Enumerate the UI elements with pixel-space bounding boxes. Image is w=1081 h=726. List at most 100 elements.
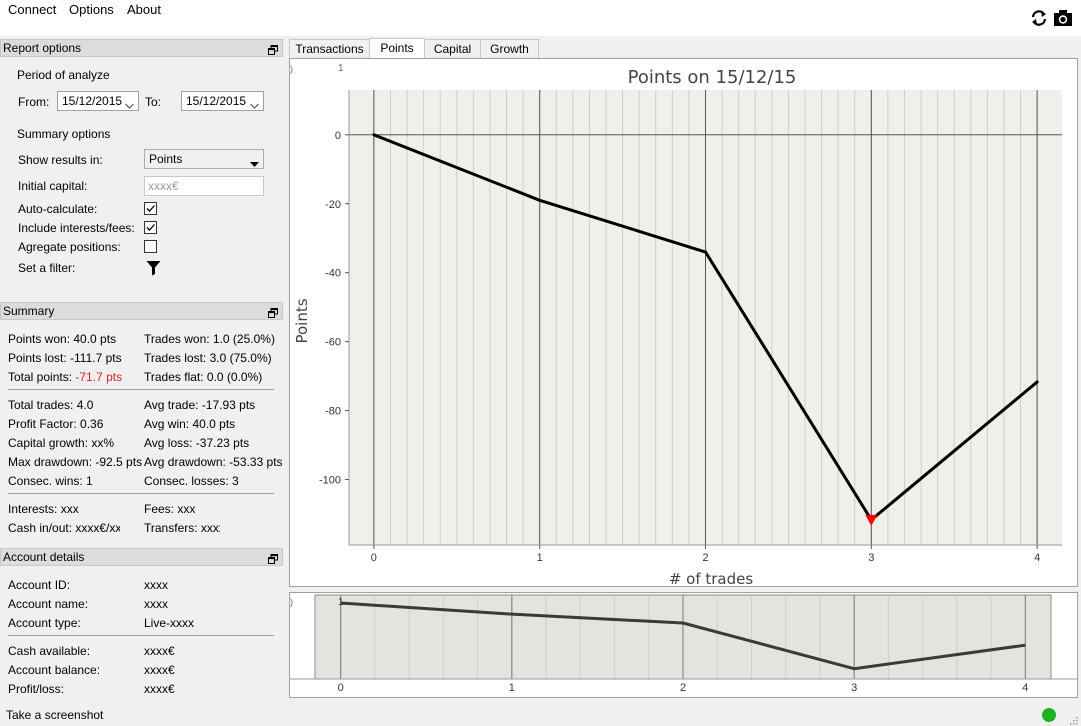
max-drawdown: Max drawdown: -92.5 pts	[8, 455, 143, 469]
transfers: Transfers: xxxx	[144, 521, 220, 535]
summary-title: Summary	[3, 304, 55, 318]
tab-points[interactable]: Points	[369, 38, 425, 59]
menu-connect[interactable]: Connect	[8, 2, 56, 17]
tab-growth[interactable]: Growth	[480, 39, 539, 59]
overview-x-tick-label: 3	[851, 682, 857, 694]
avg-drawdown: Avg drawdown: -53.33 pts	[144, 455, 283, 469]
account-details-title: Account details	[3, 550, 85, 564]
undock-icon[interactable]	[268, 552, 278, 564]
tab-transactions[interactable]: Transactions	[289, 39, 370, 59]
x-tick-label: 3	[868, 552, 874, 564]
points-chart[interactable]: 0 -20 -40 -60 -80 -100 0 1 2 3 4 Points on 15/12/15…	[290, 59, 1077, 588]
tab-capital[interactable]: Capital	[424, 39, 481, 59]
y-tick-label: -80	[325, 406, 341, 418]
points-won: Points won: 40.0 pts	[8, 332, 117, 346]
y-tick-label: -20	[325, 199, 341, 211]
x-tick-label: 4	[1034, 552, 1040, 564]
data-point	[1035, 380, 1039, 384]
trades-flat: Trades flat: 0.0 (0.0%)	[144, 370, 263, 384]
include-fees-checkbox[interactable]	[144, 221, 157, 234]
corner-tick-label: 1	[338, 63, 344, 74]
avg-win: Avg win: 40.0 pts	[144, 417, 236, 431]
auto-calculate-checkbox[interactable]	[144, 202, 157, 215]
y-axis-label: Points	[293, 298, 311, 343]
total-points: Total points: -71.7 pts	[8, 370, 122, 384]
account-details-title-bar: Account details	[0, 548, 283, 566]
to-label: To:	[145, 95, 162, 109]
refresh-icon[interactable]	[1029, 9, 1049, 27]
overview-x-tick-label: 2	[680, 682, 686, 694]
period-heading: Period of analyze	[17, 68, 110, 82]
include-fees-label: Include interests/fees:	[18, 221, 135, 235]
data-point	[372, 133, 376, 137]
overview-x-tick-label: 4	[1022, 682, 1028, 694]
from-date-value: 15/12/2015	[62, 94, 123, 108]
corner-tick-label: )	[290, 64, 293, 74]
account-balance-label: Account balance:	[8, 663, 101, 677]
profit-loss-label: Profit/loss:	[8, 682, 65, 696]
data-point	[538, 198, 542, 202]
y-tick-label: -100	[319, 475, 341, 487]
filter-icon[interactable]	[146, 260, 161, 276]
initial-capital-input[interactable]: xxxx€	[144, 176, 264, 196]
divider	[8, 635, 274, 636]
total-trades: Total trades: 4.0	[8, 398, 94, 412]
camera-icon[interactable]	[1053, 9, 1073, 27]
divider	[8, 389, 274, 390]
y-tick-label: 0	[335, 130, 341, 142]
profit-factor: Profit Factor: 0.36	[8, 417, 104, 431]
undock-icon[interactable]	[268, 43, 278, 55]
corner-tick-label: )	[290, 597, 293, 607]
to-date-value: 15/12/2015	[186, 94, 247, 108]
connection-status-indicator	[1042, 708, 1056, 722]
report-options-title: Report options	[3, 41, 82, 55]
menu-bar: Connect Options About	[0, 0, 1081, 36]
consec-losses: Consec. losses: 3	[144, 474, 239, 488]
show-results-select[interactable]: Points	[144, 149, 264, 169]
account-balance-value: xxxx€	[144, 663, 175, 677]
initial-capital-label: Initial capital:	[18, 179, 88, 193]
take-screenshot-button[interactable]: Take a screenshot	[6, 708, 103, 722]
dropdown-arrow-icon	[250, 156, 259, 167]
chevron-down-icon	[250, 97, 259, 109]
account-id-value: xxxx	[144, 578, 168, 592]
x-tick-label: 1	[537, 552, 543, 564]
consec-wins: Consec. wins: 1	[8, 474, 93, 488]
avg-loss: Avg loss: -37.23 pts	[144, 436, 250, 450]
menu-about[interactable]: About	[127, 2, 161, 17]
show-results-value: Points	[149, 152, 183, 166]
points-lost: Points lost: -111.7 pts	[8, 351, 122, 365]
total-points-value: -71.7 pts	[75, 370, 123, 384]
overview-x-tick-label: 0	[338, 682, 344, 694]
overview-chart[interactable]: 0 1 2 3 4) 1	[290, 593, 1077, 697]
capital-growth: Capital growth: xx%	[8, 436, 115, 450]
from-label: From:	[18, 95, 50, 109]
from-date-field[interactable]: 15/12/2015	[57, 91, 139, 111]
account-id-label: Account ID:	[8, 578, 71, 592]
aggregate-label: Agregate positions:	[18, 240, 121, 254]
summary-options-heading: Summary options	[17, 127, 111, 141]
fees: Fees: xxx	[144, 502, 196, 516]
y-tick-label: -40	[325, 268, 341, 280]
total-points-label: Total points:	[8, 370, 73, 384]
undock-icon[interactable]	[268, 306, 278, 318]
auto-calculate-label: Auto-calculate:	[18, 202, 98, 216]
aggregate-checkbox[interactable]	[144, 240, 157, 253]
menu-options[interactable]: Options	[69, 2, 114, 17]
y-tick-label: -60	[325, 337, 341, 349]
overview-x-tick-label: 1	[509, 682, 515, 694]
cash-in-out: Cash in/out: xxxx€/xxx	[8, 521, 120, 535]
cash-available-label: Cash available:	[8, 644, 91, 658]
overview-chart-panel: 0 1 2 3 4) 1	[289, 592, 1078, 698]
account-type-value: Live-xxxx	[144, 616, 195, 630]
summary-title-bar: Summary	[0, 302, 283, 320]
resize-grip-icon[interactable]	[1068, 714, 1078, 725]
chart-title: Points on 15/12/15	[628, 67, 797, 88]
report-options-title-bar: Report options	[0, 39, 283, 57]
to-date-field[interactable]: 15/12/2015	[181, 91, 264, 111]
x-tick-label: 2	[702, 552, 708, 564]
x-tick-label: 0	[371, 552, 377, 564]
chevron-down-icon	[125, 97, 134, 109]
trades-won: Trades won: 1.0 (25.0%)	[144, 332, 275, 346]
show-results-label: Show results in:	[18, 153, 103, 167]
